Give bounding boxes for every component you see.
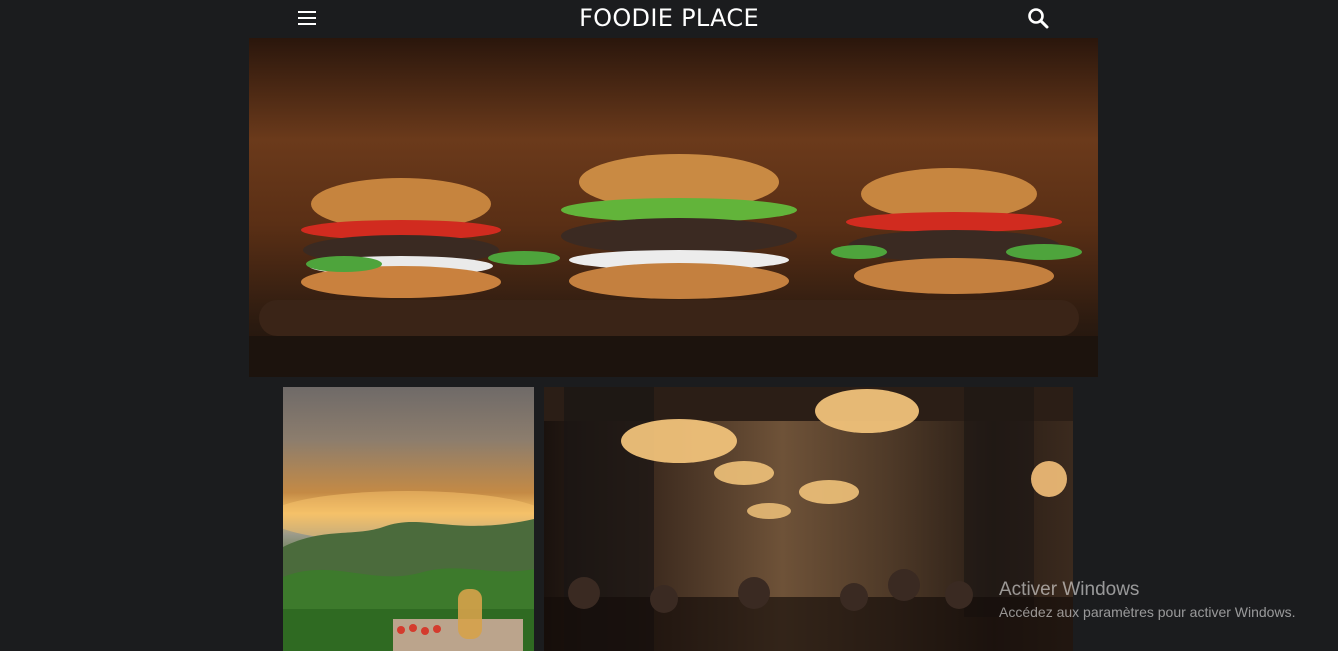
search-icon[interactable] [1026,6,1050,30]
menu-bar-top [298,11,316,13]
countryside-sunset-image [283,387,534,651]
site-title: FOODIE PLACE [579,4,759,32]
restaurant-dining-room-image [544,387,1073,651]
hero-burger-image [249,38,1098,377]
top-header: FOODIE PLACE [0,0,1338,38]
menu-bar-middle [298,17,316,19]
hamburger-menu-icon[interactable] [296,8,318,28]
menu-bar-bottom [298,23,316,25]
